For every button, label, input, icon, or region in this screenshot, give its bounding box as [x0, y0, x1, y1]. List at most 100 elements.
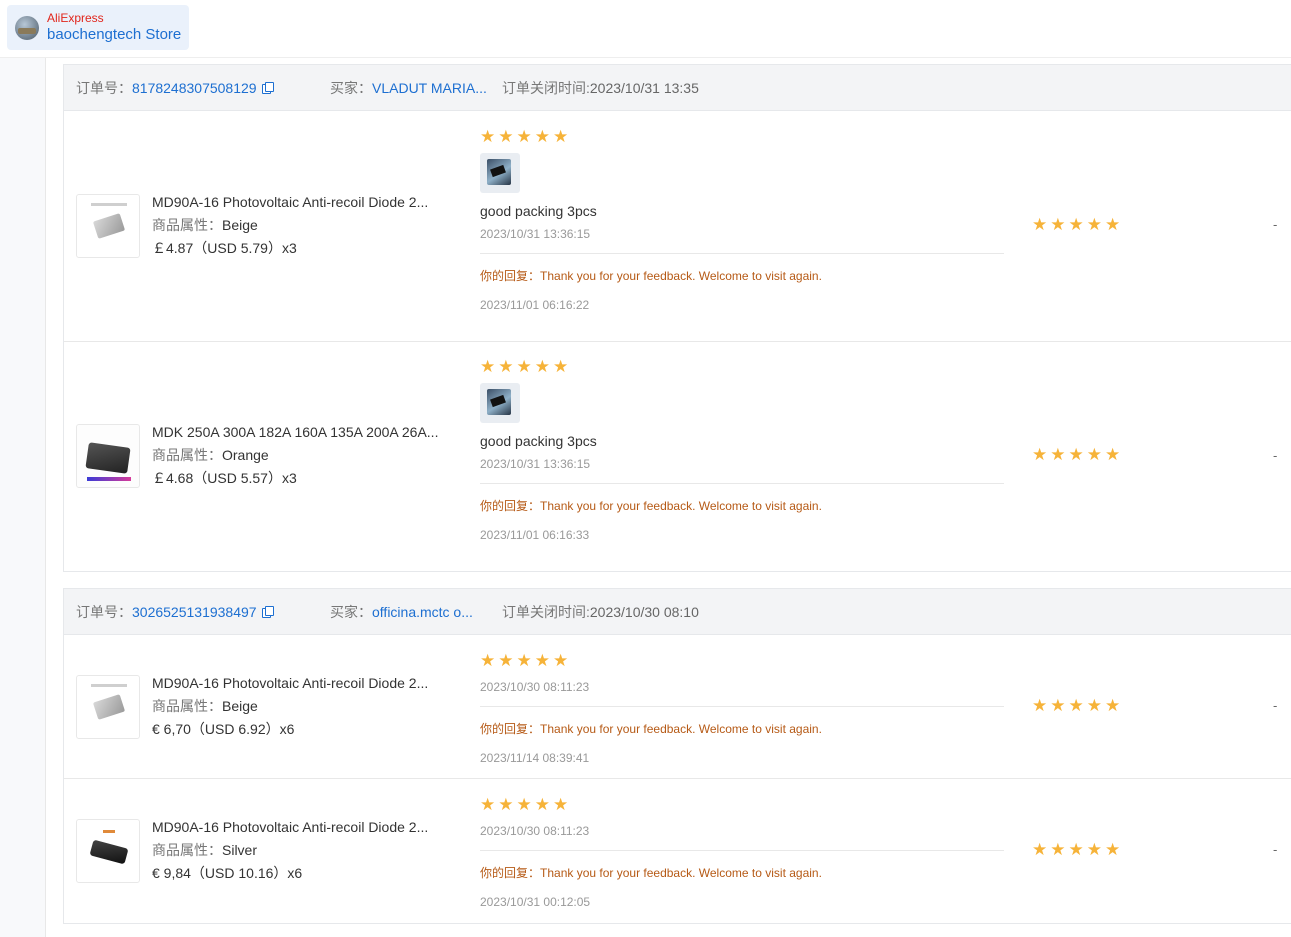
star-icon: ★ — [1086, 445, 1102, 464]
product-price: € 6,70（USD 6.92）x6 — [152, 721, 295, 737]
order-item-row: MD90A-16 Photovoltaic Anti-recoil Diode … — [64, 779, 1291, 923]
seller-reply: 你的回复：Thank you for your feedback. Welcom… — [480, 864, 1004, 881]
product-attribute: 商品属性：Orange — [152, 444, 452, 467]
star-icon: ★ — [1050, 215, 1066, 234]
copy-icon[interactable] — [261, 81, 274, 94]
product-price: ￡4.68（USD 5.57）x3 — [152, 470, 297, 486]
star-icon: ★ — [1032, 215, 1048, 234]
star-icon: ★ — [534, 357, 550, 376]
star-icon: ★ — [516, 651, 532, 670]
star-icon: ★ — [1050, 840, 1066, 859]
buyer-link[interactable]: officina.mctc o... — [372, 604, 473, 620]
attr-label: 商品属性： — [152, 842, 222, 858]
reply-date: 2023/11/14 08:39:41 — [480, 751, 590, 765]
reply-date: 2023/10/31 00:12:05 — [480, 895, 591, 909]
close-time-value: 2023/10/31 13:35 — [589, 79, 699, 96]
product-attribute: 商品属性：Beige — [152, 695, 452, 718]
order-item-row: MD90A-16 Photovoltaic Anti-recoil Diode … — [64, 111, 1291, 342]
star-icon: ★ — [534, 651, 550, 670]
product-title[interactable]: MD90A-16 Photovoltaic Anti-recoil Diode … — [152, 816, 452, 839]
review-date: 2023/10/31 13:36:15 — [480, 227, 591, 241]
attr-value: Silver — [222, 842, 258, 858]
product-title[interactable]: MDK 250A 300A 182A 160A 135A 200A 26A... — [152, 421, 452, 444]
star-icon: ★ — [1068, 696, 1084, 715]
extra-value: - — [1273, 217, 1278, 232]
product-title[interactable]: MD90A-16 Photovoltaic Anti-recoil Diode … — [152, 191, 452, 214]
review-photo[interactable] — [480, 383, 520, 423]
reply-text: Thank you for your feedback. Welcome to … — [540, 866, 822, 880]
star-icon: ★ — [1105, 696, 1121, 715]
copy-icon[interactable] — [261, 605, 274, 618]
star-icon: ★ — [1050, 696, 1066, 715]
attr-value: Orange — [222, 447, 269, 463]
review-date: 2023/10/31 13:36:15 — [480, 457, 591, 471]
star-icon: ★ — [480, 127, 496, 146]
star-icon: ★ — [498, 127, 514, 146]
review-text: good packing 3pcs — [480, 433, 597, 449]
reply-date: 2023/11/01 06:16:33 — [480, 528, 590, 542]
attr-label: 商品属性： — [152, 217, 222, 233]
product-attribute: 商品属性：Silver — [152, 839, 452, 862]
star-icon: ★ — [1068, 445, 1084, 464]
product-thumbnail[interactable] — [76, 424, 140, 488]
star-icon: ★ — [1068, 840, 1084, 859]
order-header: 订单号： 8178248307508129 买家： VLADUT MARIA..… — [64, 65, 1291, 111]
store-name: baochengtech Store — [47, 25, 182, 43]
star-icon: ★ — [498, 651, 514, 670]
product-thumbnail[interactable] — [76, 819, 140, 883]
order-no-label: 订单号： — [76, 603, 132, 620]
review-stars: ★ ★ ★ ★ ★ — [480, 796, 1004, 813]
product-thumbnail[interactable] — [76, 675, 140, 739]
review-date: 2023/10/30 08:11:23 — [480, 824, 590, 838]
star-icon: ★ — [1032, 696, 1048, 715]
order-no-label: 订单号： — [76, 79, 132, 96]
seller-reply: 你的回复：Thank you for your feedback. Welcom… — [480, 720, 1004, 737]
buyer-review: ★ ★ ★ ★ ★ good packing 3pcs 2023/10/31 13:36… — [480, 358, 1004, 542]
seller-rating-stars: ★ ★ ★ ★ ★ — [1032, 697, 1120, 714]
reply-text: Thank you for your feedback. Welcome to … — [540, 722, 822, 736]
star-icon: ★ — [553, 127, 569, 146]
close-time-label: 订单关闭时间: — [502, 79, 590, 96]
order-no-link[interactable]: 3026525131938497 — [132, 604, 257, 620]
seller-rating-stars: ★ ★ ★ ★ ★ — [1032, 446, 1120, 463]
buyer-review: ★ ★ ★ ★ ★ good packing 3pcs 2023/10/31 13:36… — [480, 128, 1004, 312]
star-icon: ★ — [553, 651, 569, 670]
star-icon: ★ — [480, 795, 496, 814]
star-icon: ★ — [1032, 445, 1048, 464]
divider — [480, 850, 1004, 851]
product-thumbnail[interactable] — [76, 194, 140, 258]
divider — [480, 253, 1004, 254]
star-icon: ★ — [516, 127, 532, 146]
star-icon: ★ — [1050, 445, 1066, 464]
divider — [480, 706, 1004, 707]
left-sidebar — [0, 58, 46, 937]
star-icon: ★ — [534, 127, 550, 146]
reply-text: Thank you for your feedback. Welcome to … — [540, 269, 822, 283]
top-bar — [0, 0, 1291, 58]
buyer-review: ★ ★ ★ ★ ★ 2023/10/30 08:11:23 你的回复：Thank you… — [480, 796, 1004, 909]
star-icon: ★ — [498, 357, 514, 376]
buyer-label: 买家： — [330, 603, 372, 620]
reply-label: 你的回复： — [480, 269, 541, 283]
buyer-link[interactable]: VLADUT MARIA... — [372, 80, 487, 96]
star-icon: ★ — [534, 795, 550, 814]
product-title[interactable]: MD90A-16 Photovoltaic Anti-recoil Diode … — [152, 672, 452, 695]
seller-reply: 你的回复：Thank you for your feedback. Welcom… — [480, 267, 1004, 284]
star-icon: ★ — [553, 357, 569, 376]
review-date: 2023/10/30 08:11:23 — [480, 680, 590, 694]
attr-label: 商品属性： — [152, 447, 222, 463]
reply-text: Thank you for your feedback. Welcome to … — [540, 499, 822, 513]
close-time-label: 订单关闭时间: — [502, 603, 590, 620]
seller-rating-stars: ★ ★ ★ ★ ★ — [1032, 216, 1120, 233]
star-icon: ★ — [1086, 215, 1102, 234]
order-item-row: MD90A-16 Photovoltaic Anti-recoil Diode … — [64, 635, 1291, 779]
star-icon: ★ — [1105, 840, 1121, 859]
seller-rating-stars: ★ ★ ★ ★ ★ — [1032, 841, 1120, 858]
order-no-link[interactable]: 8178248307508129 — [132, 80, 257, 96]
star-icon: ★ — [1105, 215, 1121, 234]
star-icon: ★ — [1105, 445, 1121, 464]
star-icon: ★ — [1086, 840, 1102, 859]
review-photo[interactable] — [480, 153, 520, 193]
review-stars: ★ ★ ★ ★ ★ — [480, 128, 1004, 145]
store-tab[interactable]: AliExpress baochengtech Store — [7, 5, 189, 50]
